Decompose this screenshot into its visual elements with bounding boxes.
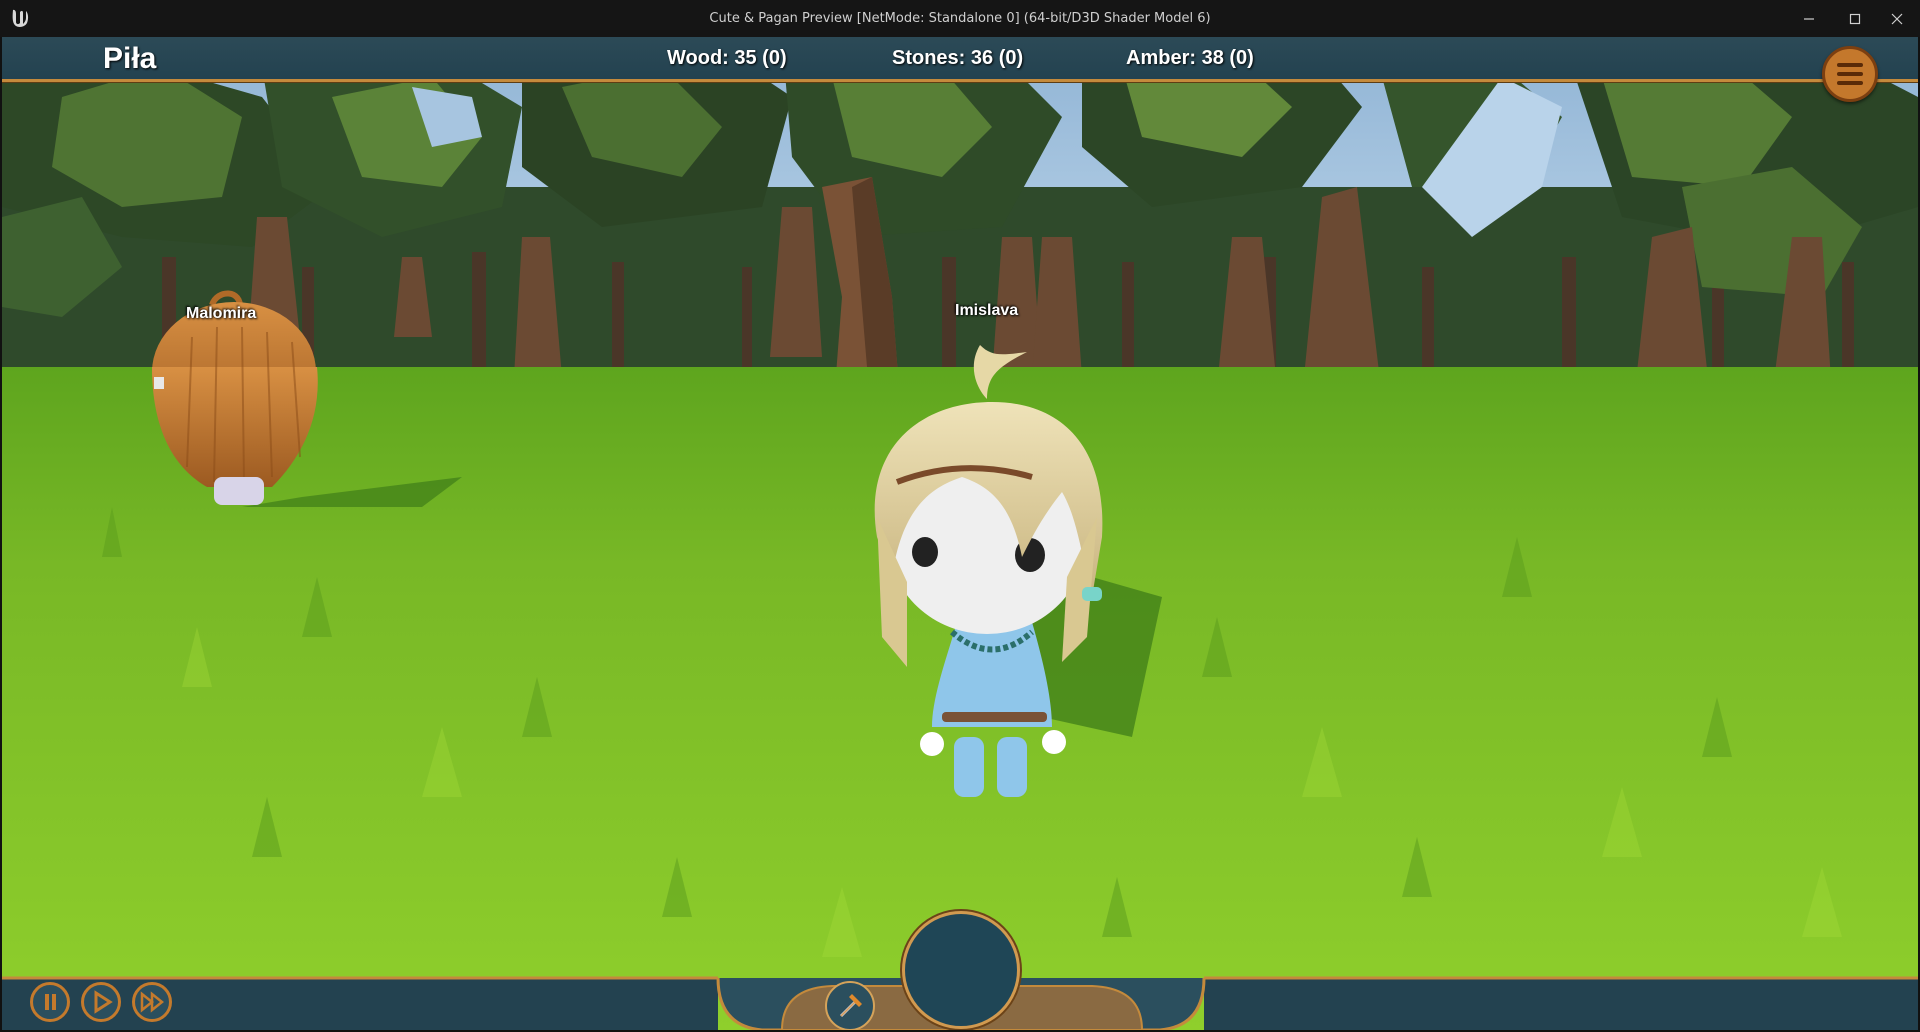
minimize-icon <box>1804 17 1814 20</box>
character-nameplate: Malomira <box>186 305 257 322</box>
stones-counter: Stones: 36 (0) <box>892 47 1024 69</box>
hud-top-bar: Piła Wood: 35 (0) Stones: 36 (0) Amber: … <box>2 37 1918 82</box>
hamburger-menu-icon <box>1837 81 1863 85</box>
window-titlebar: Cute & Pagan Preview [NetMode: Standalon… <box>0 0 1920 37</box>
pause-button[interactable] <box>30 982 70 1022</box>
amber-counter: Amber: 38 (0) <box>1126 47 1254 69</box>
play-icon <box>94 990 113 1014</box>
location-title: Piła <box>103 42 157 75</box>
play-button[interactable] <box>81 982 121 1022</box>
pause-icon <box>45 994 56 1010</box>
hamburger-menu-icon <box>1837 72 1863 76</box>
hammer-icon <box>839 994 862 1018</box>
menu-button[interactable] <box>1822 46 1878 102</box>
tool-slot-button[interactable] <box>825 981 875 1030</box>
minimap[interactable] <box>902 911 1020 1029</box>
maximize-button[interactable] <box>1832 0 1878 37</box>
minimize-button[interactable] <box>1786 0 1832 37</box>
close-icon <box>1891 13 1903 24</box>
close-button[interactable] <box>1874 0 1920 37</box>
maximize-icon <box>1849 13 1861 24</box>
fast-forward-icon <box>140 991 165 1013</box>
game-viewport[interactable]: Malomira Imislava Piła Wood: 35 (0) Ston… <box>2 37 1918 1030</box>
character-nameplate: Imislava <box>955 302 1019 319</box>
window-title: Cute & Pagan Preview [NetMode: Standalon… <box>709 11 1211 26</box>
hamburger-menu-icon <box>1837 63 1863 67</box>
wood-counter: Wood: 35 (0) <box>667 47 787 69</box>
forest-scene[interactable] <box>2 37 1918 1030</box>
fast-forward-button[interactable] <box>132 982 172 1022</box>
